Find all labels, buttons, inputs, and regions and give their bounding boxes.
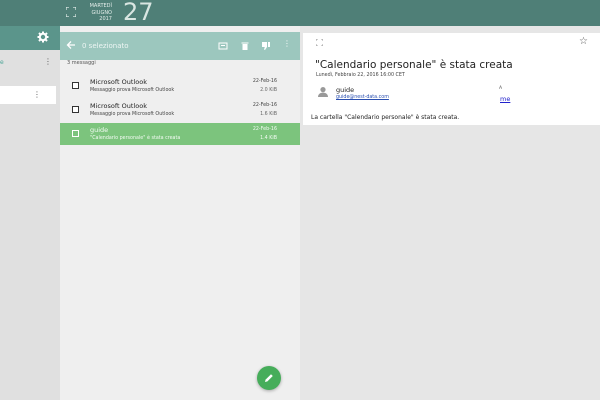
back-arrow-icon[interactable] [66, 40, 78, 52]
message-date: 22-Feb-16 [252, 103, 277, 108]
message-size: 2.0 KiB [260, 88, 277, 93]
message-title: "Calendario personale" è stata creata [315, 59, 513, 71]
sidebar-item-account[interactable]: e ⋮ [0, 57, 60, 69]
sidebar-item-label: e [0, 59, 4, 66]
message-subject: Messaggio prova Microsoft Outlook [90, 88, 175, 93]
gear-icon[interactable] [37, 31, 49, 43]
message-sent-date: Lunedì, Febbraio 22, 2016 16:00 CET [316, 73, 405, 78]
more-vert-icon[interactable]: ⋮ [33, 90, 41, 99]
message-checkbox[interactable] [72, 82, 79, 89]
sidebar: e ⋮ ⋮ [0, 26, 60, 400]
reading-pane: ☆ "Calendario personale" è stata creata … [303, 26, 600, 400]
message-date: 22-Feb-16 [252, 79, 277, 84]
avatar-icon [317, 86, 329, 98]
message-list-panel: 0 selezionato ⋮ 3 messaggi Microsoft Out… [60, 26, 300, 400]
selection-count: 0 selezionato [82, 42, 129, 50]
archive-icon[interactable] [218, 41, 228, 51]
message-view: ☆ "Calendario personale" è stata creata … [303, 33, 600, 125]
message-checkbox[interactable] [72, 130, 79, 137]
compose-button[interactable] [257, 366, 281, 390]
sender-email-link[interactable]: guide@nest-data.com [336, 95, 389, 100]
sidebar-item-selected[interactable]: ⋮ [0, 86, 56, 104]
fullscreen-icon[interactable] [66, 7, 76, 17]
expand-icon[interactable] [316, 39, 323, 46]
sender-name: guide [336, 86, 355, 94]
to-label: A [499, 86, 503, 91]
sidebar-header [0, 26, 60, 50]
star-icon[interactable]: ☆ [579, 36, 588, 47]
list-toolbar: 0 selezionato ⋮ [60, 32, 300, 60]
message-size: 1.4 KiB [260, 136, 277, 141]
list-item[interactable]: Microsoft Outlook Messaggio prova Micros… [60, 75, 300, 97]
message-subject: "Calendario personale" è stata creata [90, 136, 181, 141]
more-vert-icon[interactable]: ⋮ [283, 39, 293, 49]
top-bar: MARTEDÌ GIUGNO 2017 27 [0, 0, 600, 26]
message-body: La cartella "Calendario personale" è sta… [311, 114, 460, 121]
date-small: MARTEDÌ GIUGNO 2017 [84, 3, 112, 23]
more-vert-icon[interactable]: ⋮ [44, 57, 52, 66]
date-year: 2017 [99, 16, 112, 22]
message-date: 22-Feb-16 [252, 127, 277, 132]
message-subject: Messaggio prova Microsoft Outlook [90, 112, 175, 117]
pencil-icon [265, 374, 273, 382]
message-size: 1.6 KiB [260, 112, 277, 117]
message-from: Microsoft Outlook [90, 78, 147, 86]
message-from: guide [90, 126, 109, 134]
date-day: 27 [123, 0, 154, 26]
message-checkbox[interactable] [72, 106, 79, 113]
thumbs-down-icon[interactable] [261, 41, 271, 51]
message-from: Microsoft Outlook [90, 102, 147, 110]
delete-icon[interactable] [240, 41, 250, 51]
message-count: 3 messaggi [67, 60, 96, 66]
to-recipient-link[interactable]: me [500, 95, 510, 103]
list-item-selected[interactable]: guide "Calendario personale" è stata cre… [60, 123, 300, 145]
list-item[interactable]: Microsoft Outlook Messaggio prova Micros… [60, 99, 300, 121]
